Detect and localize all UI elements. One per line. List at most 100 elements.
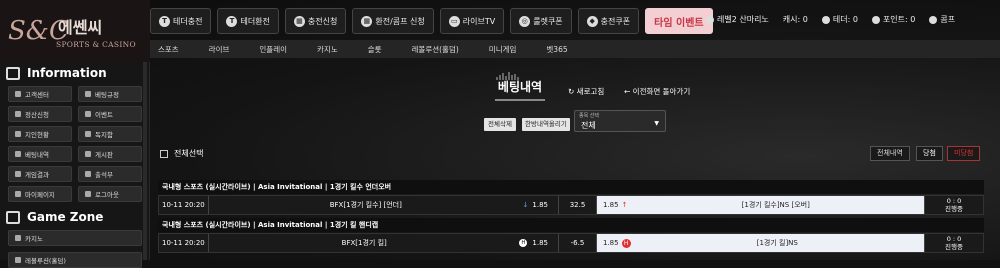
bet-result: 0 : 0 진행중 [925,234,983,252]
support-icon [15,91,21,97]
reload-button[interactable]: ↻ 새로고침 [568,86,604,97]
bet-result: 0 : 0 진행중 [925,196,983,214]
bet-odds-left: 1.85 [532,239,548,247]
information-title: Information [27,66,107,80]
subnav-sports[interactable]: 스포츠 [158,44,179,55]
brand-logo[interactable]: S&C 에쎈씨 SPORTS & CASINO [0,0,150,62]
bet-selection-odds: 1.85 [603,201,619,209]
gamepad-icon [6,210,20,224]
tv-icon: ▭ [448,15,460,27]
bet-odds-left: 1.85 [532,201,548,209]
subnav-casino[interactable]: 카지노 [317,44,338,55]
subnav-holdem[interactable]: 레볼루션(홀덤) [412,44,459,55]
sidebar-item-mypage[interactable]: 마이페이지 [8,186,72,202]
bet-row[interactable]: 10-11 20:20 BFX[1경기 킬수] [언더] ↓ 1.85 32.5 1… [158,195,984,215]
bet-match: BFX[1경기 킬] H 1.85 [209,234,559,252]
bet-match-label: BFX[1경기 킬수] [언더] [329,201,402,209]
sidebar-item-board[interactable]: 게시판 [78,146,142,162]
app: S&C 에쎈씨 SPORTS & CASINO T 테더충전 T 테더환전 ▦ 충전신… [0,0,1000,268]
bet-row[interactable]: 10-11 20:20 BFX[1경기 킬] H 1.85 -6.5 1.85 H [1… [158,233,984,253]
sidebar-item-rules[interactable]: 베팅규정 [78,86,142,102]
user-level[interactable]: 레벨2 산마리노 [706,14,769,25]
user-level-label: 레벨2 산마리노 [717,15,769,24]
user-icon [15,191,21,197]
sidebar-item-label: 카지노 [25,235,43,243]
roulette-coupon-button[interactable]: ◎ 룰렛쿠폰 [510,8,572,34]
main-content: 베팅내역 ↻ 새로고침 ← 이전화면 돌아가기 전체삭제 한방내역올리기 종목 … [150,58,1000,260]
reload-label: 새로고침 [576,87,605,96]
tether-icon: T [159,15,170,27]
sport-select[interactable]: 종목 선택 전체 ▼ [574,110,666,132]
bet-header: 국내형 스포츠 (실시간라이브) | Asia Invitational | 1… [158,218,984,232]
comp-icon [929,15,938,24]
deposit-coupon-button[interactable]: ◆ 충전쿠폰 [577,8,640,34]
sidebar-item-label: 마이페이지 [25,191,55,199]
handicap-badge-icon: H [621,238,631,248]
bet-match: BFX[1경기 킬수] [언더] ↓ 1.85 [209,196,559,214]
sidebar-item-referral[interactable]: 지인현황 [8,126,72,142]
sidebar-item-label: 로그아웃 [95,191,119,199]
subnav-inplay[interactable]: 인플레이 [259,44,287,55]
event-icon [85,111,91,117]
filter-all-button[interactable]: 전체내역 [870,146,910,161]
live-tv-label: 라이브TV [462,16,496,26]
live-tv-button[interactable]: ▭ 라이브TV [439,8,505,34]
subnav-minigame[interactable]: 미니게임 [489,44,517,55]
sidebar-item-label: 베팅내역 [25,151,49,159]
bet-selection-label: [1경기 킬수]NS [오버] [741,201,810,209]
bet-selection: 1.85 ↑ [1경기 킬수]NS [오버] [597,196,925,214]
delete-all-button[interactable]: 전체삭제 [484,118,516,131]
user-points: 포인트: 0 [871,14,916,25]
subnav-live[interactable]: 라이브 [209,44,230,55]
points-icon [871,15,880,24]
bet-status: 진행중 [945,205,963,213]
bet-line: 32.5 [559,196,597,214]
bet-match-label: BFX[1경기 킬] [341,239,387,247]
sidebar-item-attendance[interactable]: 출석부 [78,166,142,182]
sidebar-item-inbox[interactable]: 독지함 [78,126,142,142]
filter-lose-button[interactable]: 미당첨 [947,146,981,161]
time-event-button[interactable]: 타임 이벤트 [645,8,713,34]
logo-mark: S&C [8,16,69,46]
sidebar-item-label: 고객센터 [25,91,49,99]
sidebar-item-support[interactable]: 고객센터 [8,86,72,102]
select-all-label: 전체선택 [174,149,204,158]
sidebar-item-casino[interactable]: 카지노 [8,230,142,246]
tether-icon [821,15,830,24]
tether-withdraw-button[interactable]: T 테더환전 [217,8,279,34]
filter-win-button[interactable]: 당첨 [916,146,943,161]
back-button[interactable]: ← 이전화면 돌아가기 [624,86,690,97]
user-comp[interactable]: 콤프 [929,14,955,25]
tether-deposit-button[interactable]: T 테더충전 [150,8,212,34]
sport-select-label: 종목 선택 [579,113,599,119]
referral-icon [15,131,21,137]
sidebar-item-results[interactable]: 게임결과 [8,166,72,182]
bank-icon: ▦ [361,15,373,27]
subnav-bet365[interactable]: 벳365 [546,44,567,55]
sidebar-item-label: 독지함 [95,131,113,139]
results-icon [15,171,21,177]
sidebar-item-settlement[interactable]: 정산신청 [8,106,72,122]
coupon-icon: ◆ [586,15,598,27]
sidebar-item-bet-history[interactable]: 베팅내역 [8,146,72,162]
subnav-slot[interactable]: 슬롯 [368,44,382,55]
bet-status: 진행중 [945,243,963,251]
sidebar-item-holdem[interactable]: 레볼루션(홀덤) [8,252,142,268]
sidebar-item-event[interactable]: 이벤트 [78,106,142,122]
sidebar-scrollbar[interactable] [143,62,147,260]
select-all-checkbox[interactable]: 전체선택 [160,148,203,159]
withdraw-comp-button[interactable]: ▦ 환전/콤프 신청 [352,8,434,34]
holdem-icon [15,257,21,263]
points-value: 포인트: 0 [882,15,916,24]
inbox-icon [85,131,91,137]
sidebar-item-logout[interactable]: 로그아웃 [78,186,142,202]
sidebar: Information 고객센터 베팅규정 정산신청 이벤트 지인현황 독지함 … [0,62,150,268]
post-history-button[interactable]: 한방내역올리기 [522,118,570,131]
handicap-icon: H [519,239,528,247]
sport-select-value: 전체 [581,121,596,130]
deposit-request-button[interactable]: ▦ 충전신청 [284,8,347,34]
checkbox-icon[interactable] [160,149,168,158]
history-icon [15,151,21,157]
sidebar-item-label: 정산신청 [25,111,49,119]
bet-time: 10-11 20:20 [159,196,209,214]
